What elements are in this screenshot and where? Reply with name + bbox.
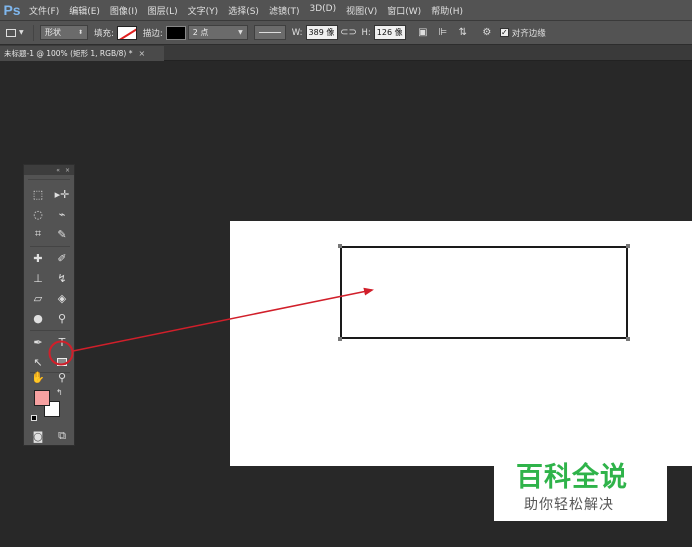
anchor-point[interactable] xyxy=(626,337,630,341)
menu-image[interactable]: 图像(I) xyxy=(105,4,143,17)
foreground-color-swatch[interactable] xyxy=(34,390,50,406)
watermark: 百科全说 助你轻松解决 xyxy=(494,451,667,521)
tool-preset-picker[interactable]: ▼ xyxy=(6,24,34,41)
document-tab-bar: 未标题-1 @ 100% (矩形 1, RGB/8) * × xyxy=(0,45,692,61)
healing-brush-tool-icon[interactable]: ✚ xyxy=(28,249,48,267)
zoom-tool-icon[interactable]: ⚲ xyxy=(52,368,72,386)
close-icon[interactable]: × xyxy=(138,49,145,58)
menu-edit[interactable]: 编辑(E) xyxy=(64,4,105,17)
clone-stamp-tool-icon[interactable]: ⊥ xyxy=(28,269,48,287)
paint-bucket-tool-icon[interactable]: ◈ xyxy=(52,289,72,307)
menu-select[interactable]: 选择(S) xyxy=(223,4,264,17)
fill-swatch[interactable] xyxy=(116,25,137,40)
blur-tool-icon[interactable]: ● xyxy=(28,309,48,327)
width-input[interactable]: 389 像 xyxy=(305,25,338,40)
menu-view[interactable]: 视图(V) xyxy=(341,4,382,17)
move-tool-icon[interactable]: ▸✛ xyxy=(52,185,72,203)
tool-separator xyxy=(30,246,70,247)
chevron-down-icon: ▼ xyxy=(238,29,243,36)
height-label: H: xyxy=(361,27,371,38)
document-canvas[interactable] xyxy=(230,221,692,466)
swap-colors-icon[interactable]: ↰ xyxy=(56,388,63,397)
width-label: W: xyxy=(291,27,303,38)
menu-items: 文件(F) 编辑(E) 图像(I) 图层(L) 文字(Y) 选择(S) 滤镜(T… xyxy=(24,4,468,17)
spinner-icon: ⬍ xyxy=(77,29,83,36)
path-arrangement-icon[interactable]: ⇅ xyxy=(456,26,470,40)
stroke-type-select[interactable] xyxy=(253,25,286,40)
chevron-down-icon: ▼ xyxy=(19,29,24,36)
document-tab-title: 未标题-1 @ 100% (矩形 1, RGB/8) * xyxy=(4,49,133,58)
eraser-tool-icon[interactable]: ▱ xyxy=(28,289,48,307)
ps-logo: Ps xyxy=(3,2,21,18)
panel-grip[interactable] xyxy=(28,175,70,180)
default-colors-icon[interactable] xyxy=(31,415,37,421)
document-tab[interactable]: 未标题-1 @ 100% (矩形 1, RGB/8) * × xyxy=(0,46,164,61)
pen-tool-icon[interactable]: ✒ xyxy=(28,333,48,351)
history-brush-tool-icon[interactable]: ↯ xyxy=(52,269,72,287)
mode-select-value: 形状 xyxy=(45,28,61,37)
line-style-icon xyxy=(258,31,281,34)
anchor-point[interactable] xyxy=(338,337,342,341)
menu-window[interactable]: 窗口(W) xyxy=(382,4,426,17)
watermark-title: 百科全说 xyxy=(516,462,628,493)
tools-panel-header[interactable]: « × xyxy=(24,165,74,175)
options-bar: ▼ 形状 ⬍ 填充: 描边: 2 点 ▼ W: 389 像 ⊂⊃ H: 126 … xyxy=(0,21,692,45)
dodge-tool-icon[interactable]: ⚲ xyxy=(52,309,72,327)
menu-type[interactable]: 文字(Y) xyxy=(183,4,224,17)
align-edges-label: 对齐边缘 xyxy=(511,28,546,39)
stroke-width-value: 2 点 xyxy=(192,28,209,37)
fill-label: 填充: xyxy=(94,28,114,39)
tools-panel: « × ⬚ ▸✛ ◌ ⌁ ⌗ ✎ ✚ ✐ ⊥ ↯ ▱ ◈ ● ⚲ ✒ T ↖ ✋… xyxy=(23,164,75,446)
type-tool-icon[interactable]: T xyxy=(52,333,72,351)
menu-3d[interactable]: 3D(D) xyxy=(304,4,341,17)
rectangle-shape[interactable] xyxy=(340,246,628,339)
marquee-tool-icon[interactable]: ⬚ xyxy=(28,185,48,203)
menu-file[interactable]: 文件(F) xyxy=(24,4,64,17)
quick-select-tool-icon[interactable]: ⌁ xyxy=(52,205,72,223)
menu-help[interactable]: 帮助(H) xyxy=(426,4,468,17)
path-alignment-icon[interactable]: ⊫ xyxy=(436,26,450,40)
lasso-tool-icon[interactable]: ◌ xyxy=(28,205,48,223)
tool-separator xyxy=(30,330,70,331)
anchor-point[interactable] xyxy=(338,244,342,248)
stroke-label: 描边: xyxy=(142,28,163,39)
mode-select[interactable]: 形状 ⬍ xyxy=(40,25,88,40)
menu-layer[interactable]: 图层(L) xyxy=(143,4,183,17)
collapse-icon[interactable]: « xyxy=(56,167,60,174)
height-input[interactable]: 126 像 xyxy=(373,25,406,40)
menu-filter[interactable]: 滤镜(T) xyxy=(264,4,305,17)
close-icon[interactable]: × xyxy=(65,167,70,174)
gear-icon[interactable]: ⚙ xyxy=(480,26,494,40)
menu-bar: Ps 文件(F) 编辑(E) 图像(I) 图层(L) 文字(Y) 选择(S) 滤… xyxy=(0,0,692,21)
path-operations-icon[interactable]: ▣ xyxy=(416,26,430,40)
anchor-point[interactable] xyxy=(626,244,630,248)
link-icon[interactable]: ⊂⊃ xyxy=(340,26,357,40)
stroke-swatch[interactable] xyxy=(165,25,186,40)
crop-tool-icon[interactable]: ⌗ xyxy=(28,225,48,243)
photoshop-window: Ps 文件(F) 编辑(E) 图像(I) 图层(L) 文字(Y) 选择(S) 滤… xyxy=(0,0,692,547)
align-edges-checkbox[interactable]: ✓ xyxy=(499,28,509,37)
eyedropper-tool-icon[interactable]: ✎ xyxy=(52,225,72,243)
rectangle-icon xyxy=(6,28,16,37)
hand-tool-icon[interactable]: ✋ xyxy=(28,368,48,386)
quick-mask-icon[interactable]: ◙ xyxy=(28,427,48,445)
brush-tool-icon[interactable]: ✐ xyxy=(52,249,72,267)
screen-mode-icon[interactable]: ⧉ xyxy=(52,427,72,445)
stroke-width-select[interactable]: 2 点 ▼ xyxy=(187,25,248,40)
watermark-subtitle: 助你轻松解决 xyxy=(524,497,614,513)
